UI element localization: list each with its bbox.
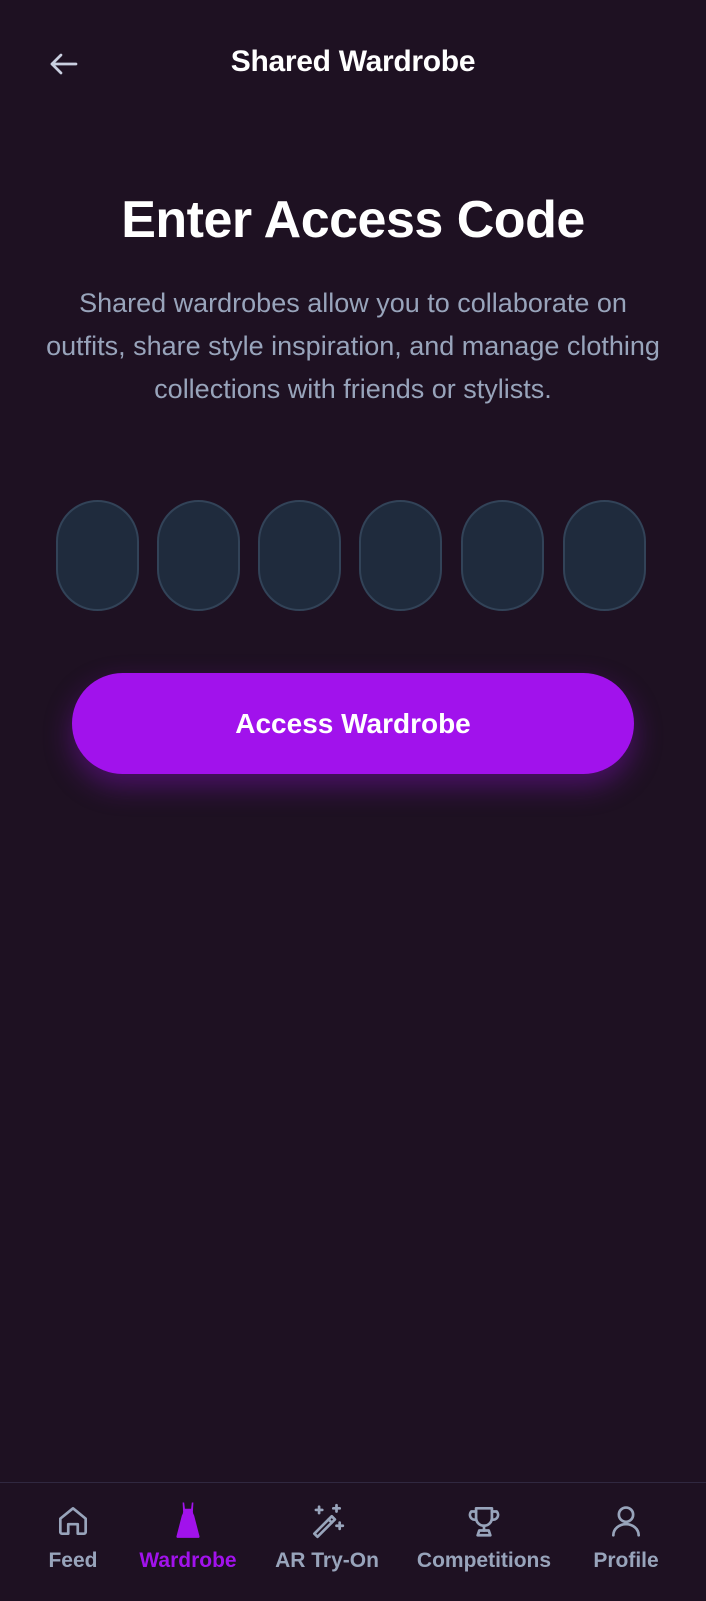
code-digit-input-6[interactable] — [563, 500, 646, 611]
code-digit-input-3[interactable] — [258, 500, 341, 611]
code-digit-input-2[interactable] — [157, 500, 240, 611]
description-text: Shared wardrobes allow you to collaborat… — [46, 288, 660, 404]
nav-label-feed: Feed — [48, 1549, 98, 1572]
nav-label-profile: Profile — [593, 1549, 659, 1572]
bottom-navigation: Feed Wardrobe AR Try-On Competitions Pro… — [0, 1482, 706, 1601]
trophy-icon — [468, 1506, 500, 1537]
page-title: Shared Wardrobe — [230, 45, 476, 78]
nav-item-profile[interactable]: Profile — [584, 1483, 668, 1601]
nav-item-feed[interactable]: Feed — [33, 1483, 113, 1601]
nav-label-wardrobe: Wardrobe — [139, 1549, 237, 1572]
nav-item-competitions[interactable]: Competitions — [408, 1483, 560, 1601]
code-digit-input-1[interactable] — [56, 500, 139, 611]
magic-wand-icon — [312, 1503, 345, 1539]
nav-label-competitions: Competitions — [416, 1549, 552, 1572]
nav-label-ar-try-on: AR Try-On — [275, 1549, 379, 1572]
nav-item-wardrobe[interactable]: Wardrobe — [133, 1483, 243, 1601]
code-digit-input-4[interactable] — [359, 500, 442, 611]
home-icon — [58, 1506, 88, 1536]
user-icon — [611, 1506, 641, 1537]
nav-item-ar-try-on[interactable]: AR Try-On — [271, 1483, 383, 1601]
code-digit-input-5[interactable] — [461, 500, 544, 611]
access-code-input-group — [56, 500, 650, 615]
access-wardrobe-button[interactable]: Access Wardrobe — [72, 673, 634, 774]
access-code-heading: Enter Access Code — [121, 191, 585, 249]
app-header: Shared Wardrobe — [0, 0, 706, 130]
dress-icon — [176, 1502, 200, 1538]
